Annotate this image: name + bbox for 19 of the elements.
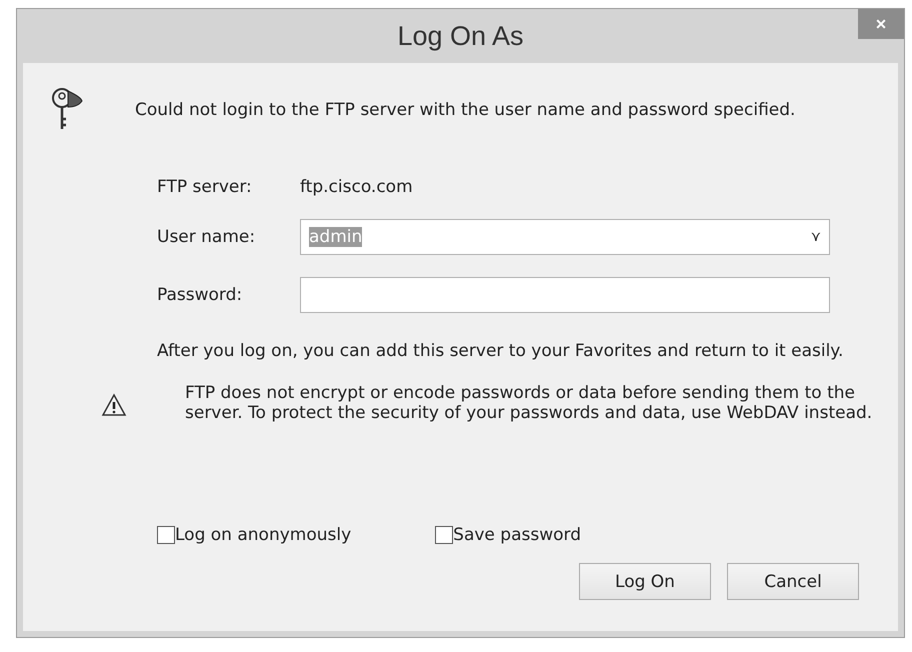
warning-text: FTP does not encrypt or encode passwords or data before sending them to the server. To protect the security of your passwords and data, use WebDAV instead. bbox=[185, 383, 874, 423]
user-name-combobox[interactable]: admin ⋎ bbox=[300, 219, 830, 255]
field-label: Password: bbox=[157, 285, 244, 305]
log-on-button[interactable]: Log On bbox=[579, 563, 711, 600]
field-label: User name: bbox=[157, 227, 256, 247]
checkbox[interactable] bbox=[435, 526, 454, 544]
window-title: Log On As bbox=[397, 20, 524, 52]
error-message: Could not login to the FTP server with the user name and password specified. bbox=[135, 100, 796, 120]
server-value: ftp.cisco.com bbox=[300, 177, 414, 197]
warning-icon bbox=[101, 393, 127, 417]
checkbox-label: Log on anonymously bbox=[175, 525, 352, 545]
cancel-button[interactable]: Cancel bbox=[727, 563, 859, 600]
info-text: After you log on, you can add this server to your Favorites and return to it easily. bbox=[157, 341, 844, 361]
checkbox[interactable] bbox=[157, 526, 175, 544]
password-field[interactable] bbox=[300, 277, 830, 313]
checkbox-label: Save password bbox=[453, 525, 581, 545]
server-label: FTP server: bbox=[157, 177, 253, 197]
field-value: admin bbox=[309, 227, 362, 247]
caret-icon[interactable]: ⋎ bbox=[810, 229, 821, 245]
